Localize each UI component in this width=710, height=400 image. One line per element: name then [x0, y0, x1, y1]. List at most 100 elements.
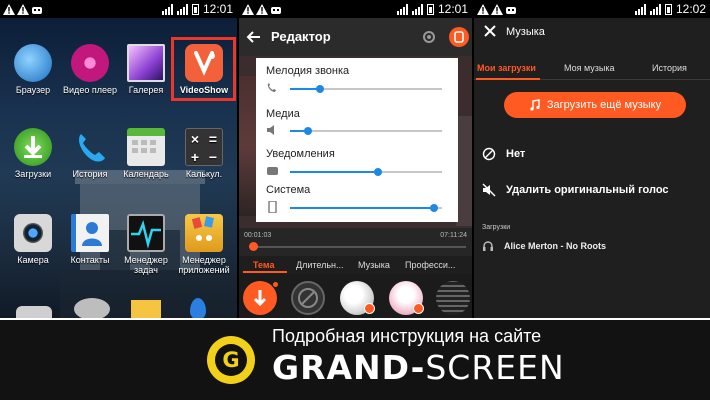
- volume-label: Мелодия звонка: [266, 65, 350, 77]
- app-label: Галерея: [128, 85, 164, 95]
- app-label: Браузер: [15, 85, 51, 95]
- android-icon: [506, 6, 516, 14]
- status-bar: 12:02: [474, 0, 710, 18]
- banner-divider: [0, 318, 710, 320]
- volume-knob[interactable]: [374, 168, 383, 176]
- app-downloads[interactable]: Загрузки: [4, 128, 62, 179]
- volume-row-notifications: Уведомления: [266, 148, 446, 176]
- volume-knob[interactable]: [316, 85, 325, 93]
- tab-theme[interactable]: Тема: [253, 260, 274, 270]
- app-label: Менеджер задач: [124, 255, 168, 275]
- volume-knob[interactable]: [430, 204, 439, 212]
- option-remove-voice-label: Удалить оригинальный голос: [506, 184, 669, 196]
- brand-bold: GRAND-: [272, 348, 426, 387]
- logo-letter: G: [215, 344, 247, 376]
- tab-music[interactable]: Музыка: [358, 260, 390, 270]
- app-app-manager[interactable]: Менеджер приложений: [175, 214, 233, 275]
- editor-title: Редактор: [271, 29, 331, 44]
- tab-duration[interactable]: Длительн...: [296, 260, 344, 270]
- theme-thumbnail[interactable]: [340, 281, 375, 315]
- tab-my-music[interactable]: Моя музыка: [564, 63, 615, 73]
- theme-strip: [239, 274, 472, 318]
- dock-app-partial: [16, 306, 52, 318]
- app-calculator[interactable]: × = + − Калькул.: [175, 128, 233, 179]
- theme-thumbnail[interactable]: [389, 281, 424, 315]
- music-screen: 12:02 Музыка Мои загрузки Моя музыка Ист…: [474, 0, 710, 318]
- app-gallery[interactable]: Галерея: [117, 44, 175, 95]
- volume-row-media: Медиа: [266, 108, 446, 135]
- signal-icon: [634, 3, 646, 15]
- banner-brand: GRAND-SCREEN: [272, 348, 565, 387]
- volume-label: Уведомления: [266, 148, 335, 160]
- option-remove-original-voice[interactable]: Удалить оригинальный голос: [482, 180, 669, 200]
- music-tabs: Мои загрузки Моя музыка История: [474, 58, 710, 80]
- app-task-manager[interactable]: Менеджер задач: [117, 214, 175, 275]
- tab-my-downloads[interactable]: Мои загрузки: [477, 63, 536, 73]
- tab-history[interactable]: История: [652, 63, 687, 73]
- none-icon: [482, 147, 496, 161]
- status-time: 12:01: [202, 2, 233, 16]
- app-label: Загрузки: [14, 169, 52, 179]
- status-time: 12:01: [437, 2, 468, 16]
- notification-icons: [0, 3, 43, 15]
- app-label: Калькул.: [185, 169, 223, 179]
- timeline-track[interactable]: [253, 246, 466, 248]
- contacts-icon: [71, 214, 109, 252]
- time-end: 07:11:24: [440, 232, 467, 239]
- battery-icon: [664, 3, 672, 15]
- app-label: Видео плеер: [63, 85, 117, 95]
- speaker-icon: [267, 125, 274, 135]
- theme-none[interactable]: [291, 281, 325, 315]
- volume-fill: [290, 171, 379, 173]
- theme-thumbnail[interactable]: [436, 281, 470, 315]
- calculator-icon: × = + −: [185, 128, 223, 166]
- signal-icon: [161, 3, 173, 15]
- volume-knob[interactable]: [304, 127, 313, 135]
- volume-slider[interactable]: [290, 127, 442, 135]
- video-reel-icon: [71, 44, 109, 82]
- song-item[interactable]: Alice Merton - No Roots: [482, 240, 606, 252]
- close-icon[interactable]: [484, 25, 496, 37]
- brand-light: SCREEN: [425, 348, 565, 387]
- app-contacts[interactable]: Контакты: [61, 214, 119, 265]
- app-browser[interactable]: Браузер: [4, 44, 62, 95]
- active-tab-underline: [476, 78, 540, 80]
- app-calendar[interactable]: Календарь: [117, 128, 175, 179]
- app-manager-icon: [185, 214, 223, 252]
- load-more-music-button[interactable]: Загрузить ещё музыку: [504, 92, 686, 118]
- volume-slider[interactable]: [290, 168, 442, 176]
- globe-icon: [14, 44, 52, 82]
- volume-row-ringtone: Мелодия звонка: [266, 65, 446, 93]
- camera-icon: [14, 214, 52, 252]
- back-arrow-icon[interactable]: [245, 28, 263, 46]
- app-label: История: [72, 169, 108, 179]
- signal-icon: [649, 3, 661, 15]
- gear-icon[interactable]: [421, 29, 437, 45]
- notes-icon: [131, 300, 161, 318]
- status-bar: 12:01: [239, 0, 472, 18]
- app-video-player[interactable]: Видео плеер: [61, 44, 119, 95]
- volume-fill: [290, 207, 435, 209]
- tab-professional[interactable]: Професси...: [405, 260, 455, 270]
- notification-bubble-icon: [267, 167, 278, 175]
- phone-icon: [71, 128, 109, 166]
- app-label: Календарь: [123, 169, 169, 179]
- record-button[interactable]: [449, 27, 469, 47]
- app-camera[interactable]: Камера: [4, 214, 62, 265]
- editor-tabs: Тема Длительн... Музыка Професси...: [239, 256, 472, 274]
- music-note-icon: [530, 99, 540, 111]
- volume-slider[interactable]: [290, 85, 442, 93]
- battery-icon: [426, 3, 434, 15]
- phone-device-icon: [268, 201, 277, 213]
- headphones-icon: [483, 241, 493, 251]
- theme-badge: [413, 303, 424, 314]
- app-call-history[interactable]: История: [61, 128, 119, 179]
- android-icon: [271, 6, 281, 14]
- app-label: Контакты: [70, 255, 110, 265]
- launcher-screen: 12:01 Браузер Видео плеер Галерея VideoS…: [0, 0, 237, 318]
- volume-slider[interactable]: [290, 204, 442, 212]
- timeline-knob[interactable]: [249, 242, 258, 251]
- theme-download-button[interactable]: [243, 281, 278, 315]
- option-none[interactable]: Нет: [482, 144, 525, 164]
- status-right: 12:01: [161, 0, 233, 18]
